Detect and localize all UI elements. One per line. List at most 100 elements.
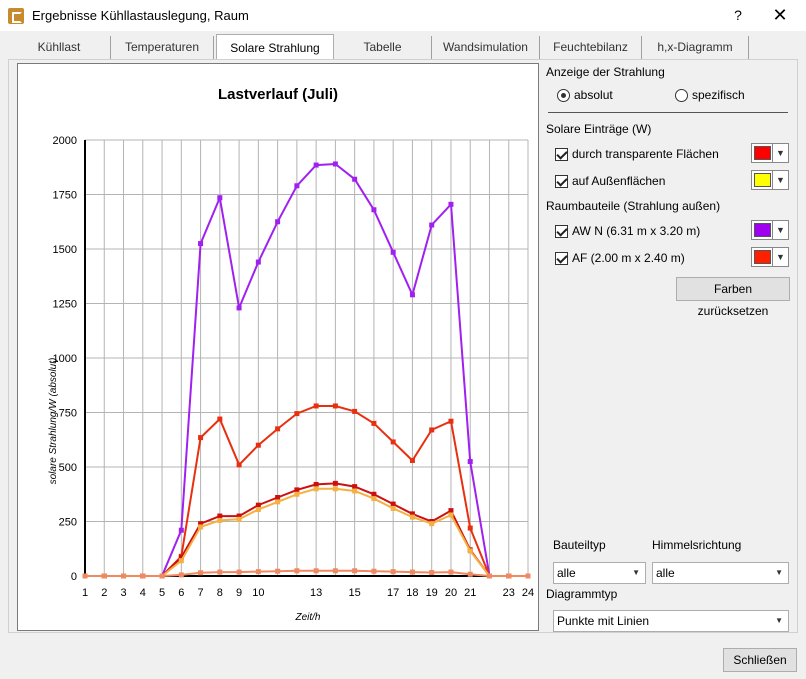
checkbox-af[interactable]: AF (2.00 m x 2.40 m) <box>555 248 685 268</box>
display-group-title: Anzeige der Strahlung <box>546 65 665 79</box>
checkbox-transparent[interactable]: durch transparente Flächen <box>555 144 719 164</box>
data-point <box>429 570 435 576</box>
component-type-select[interactable]: alle ▼ <box>553 562 646 584</box>
data-point <box>178 527 184 533</box>
data-point <box>429 521 435 527</box>
chevron-down-icon: ▼ <box>775 616 783 625</box>
checkbox-af-label: AF (2.00 m x 2.40 m) <box>572 251 685 265</box>
chart-type-select[interactable]: Punkte mit Linien ▼ <box>553 610 789 632</box>
data-point <box>371 568 377 574</box>
data-point <box>371 491 377 497</box>
data-point <box>255 502 261 508</box>
y-tick-label: 250 <box>59 517 77 529</box>
data-point <box>390 569 396 575</box>
x-tick-label: 21 <box>464 587 476 599</box>
reset-colors-button[interactable]: Farben zurücksetzen <box>676 277 790 318</box>
x-tick-label: 20 <box>445 587 457 599</box>
color-swatch-af <box>754 250 771 264</box>
checkbox-outer[interactable]: auf Außenflächen <box>555 171 665 191</box>
chevron-down-icon[interactable]: ▼ <box>772 171 788 189</box>
checkbox-transparent-box[interactable] <box>555 147 568 161</box>
color-picker-transparent[interactable]: ▼ <box>751 143 789 163</box>
close-window-button[interactable]: ✕ <box>768 4 792 26</box>
orientation-select[interactable]: alle ▼ <box>652 562 789 584</box>
checkbox-aw-n[interactable]: AW N (6.31 m x 3.20 m) <box>555 221 700 241</box>
radio-absolute-label: absolut <box>574 88 613 102</box>
y-tick-label: 1250 <box>53 299 77 311</box>
help-button[interactable]: ? <box>728 4 748 26</box>
x-tick-label: 9 <box>236 587 242 599</box>
data-point <box>275 499 281 505</box>
data-point <box>275 568 281 574</box>
solar-group-title: Solare Einträge (W) <box>546 122 652 136</box>
color-picker-aw-n[interactable]: ▼ <box>751 220 789 240</box>
x-tick-label: 18 <box>406 587 418 599</box>
y-tick-label: 1500 <box>53 244 77 256</box>
x-tick-label: 1 <box>82 587 88 599</box>
data-point <box>255 569 261 575</box>
x-tick-label: 2 <box>101 587 107 599</box>
data-point <box>525 573 531 579</box>
checkbox-af-box[interactable] <box>555 251 568 265</box>
data-point <box>236 516 242 522</box>
data-point <box>313 162 319 168</box>
data-point <box>448 201 454 207</box>
y-tick-label: 750 <box>59 408 77 420</box>
data-point <box>236 305 242 311</box>
orientation-label: Himmelsrichtung <box>652 538 742 552</box>
data-point <box>332 161 338 167</box>
data-point <box>448 418 454 424</box>
data-point <box>409 292 415 298</box>
data-point <box>159 573 165 579</box>
x-tick-label: 4 <box>140 587 146 599</box>
tab-hx-diagramm[interactable]: h,x-Diagramm <box>642 36 749 60</box>
radio-absolute[interactable]: absolut <box>557 88 613 102</box>
chevron-down-icon[interactable]: ▼ <box>772 248 788 266</box>
color-picker-af[interactable]: ▼ <box>751 247 789 267</box>
data-point <box>467 525 473 531</box>
checkbox-transparent-label: durch transparente Flächen <box>572 147 719 161</box>
data-point <box>352 488 358 494</box>
data-point <box>217 517 223 523</box>
tab-temperaturen[interactable]: Temperaturen <box>111 36 214 60</box>
data-point <box>448 508 454 514</box>
chevron-down-icon[interactable]: ▼ <box>772 144 788 162</box>
component-type-value: alle <box>557 566 576 580</box>
data-point <box>217 569 223 575</box>
chevron-down-icon: ▼ <box>632 568 640 577</box>
tab-bar: Kühllast Temperaturen Solare Strahlung T… <box>8 34 798 60</box>
tab-kuehllast[interactable]: Kühllast <box>8 36 111 60</box>
data-point <box>313 481 319 487</box>
data-point <box>178 572 184 578</box>
data-point <box>371 496 377 502</box>
data-point <box>486 573 492 579</box>
radio-absolute-circle[interactable] <box>557 88 570 102</box>
chart-type-value: Punkte mit Linien <box>557 614 650 628</box>
data-point <box>101 573 107 579</box>
color-swatch-outer <box>754 173 771 187</box>
data-point <box>275 495 281 501</box>
y-tick-label: 2000 <box>53 135 77 147</box>
options-panel: Anzeige der Strahlung absolut spezifisch… <box>540 60 798 632</box>
close-button[interactable]: Schließen <box>723 648 797 672</box>
data-point <box>448 512 454 518</box>
color-picker-outer[interactable]: ▼ <box>751 170 789 190</box>
tab-tabelle[interactable]: Tabelle <box>334 36 432 60</box>
x-tick-label: 8 <box>217 587 223 599</box>
component-type-label: Bauteiltyp <box>553 538 606 552</box>
components-group-title: Raumbauteile (Strahlung außen) <box>546 199 721 213</box>
checkbox-outer-box[interactable] <box>555 174 568 188</box>
chevron-down-icon[interactable]: ▼ <box>772 221 788 239</box>
radio-specific[interactable]: spezifisch <box>675 88 745 102</box>
tab-solare-strahlung[interactable]: Solare Strahlung <box>216 34 334 60</box>
data-point <box>352 408 358 414</box>
checkbox-aw-n-box[interactable] <box>555 224 568 238</box>
series-line-2 <box>85 482 528 577</box>
radio-specific-circle[interactable] <box>675 88 688 102</box>
data-point <box>178 558 184 564</box>
data-point <box>390 505 396 511</box>
tab-feuchtebilanz[interactable]: Feuchtebilanz <box>540 36 642 60</box>
data-point <box>255 507 261 513</box>
tab-wandsimulation[interactable]: Wandsimulation <box>432 36 540 60</box>
data-point <box>294 411 300 417</box>
